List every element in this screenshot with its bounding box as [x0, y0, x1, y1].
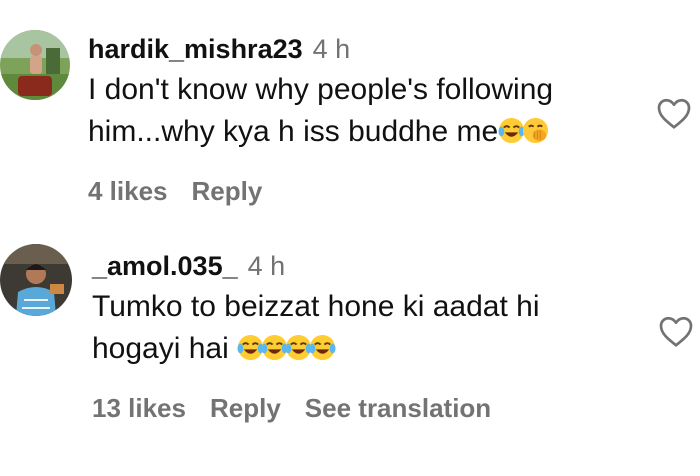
comment-header: hardik_mishra23 4 h [88, 36, 350, 63]
comment-text: Tumko to beizzat hone ki aadat hi hogayi… [92, 286, 539, 370]
avatar[interactable] [0, 244, 72, 316]
heart-outline-icon [657, 98, 691, 129]
comment-text-line: I don't know why people's following [88, 73, 554, 106]
like-button[interactable] [658, 314, 694, 348]
heart-outline-icon [659, 316, 693, 347]
comment-actions: 13 likes Reply See translation [92, 395, 515, 421]
username[interactable]: hardik_mishra23 [88, 34, 303, 64]
timestamp: 4 h [312, 34, 351, 64]
like-button[interactable] [656, 96, 692, 130]
face-with-tears-of-joy-emoji [237, 334, 264, 361]
comment-text-line: hogayi hai [92, 328, 539, 370]
timestamp: 4 h [247, 251, 286, 281]
comment-item: _amol.035_ 4 h Tumko to beizzat hone ki a… [0, 220, 700, 476]
face-with-tears-of-joy-emoji [261, 334, 288, 361]
face-with-tears-of-joy-emoji [309, 334, 336, 361]
comment-text-segment: hogayi hai [92, 332, 238, 365]
likes-count[interactable]: 13 likes [92, 393, 186, 423]
comment-header: _amol.035_ 4 h [92, 253, 285, 280]
comment-text-segment: him...why kya h iss buddhe me [88, 115, 499, 148]
comment-actions: 4 likes Reply [88, 178, 286, 204]
face-with-tears-of-joy-emoji [498, 117, 525, 144]
reply-button[interactable]: Reply [192, 176, 263, 206]
reply-button[interactable]: Reply [210, 393, 281, 423]
comment-item: hardik_mishra23 4 h I don't know why peop… [0, 0, 700, 220]
likes-count[interactable]: 4 likes [88, 176, 168, 206]
username[interactable]: _amol.035_ [92, 251, 238, 281]
comment-text-line: him...why kya h iss buddhe me [88, 111, 553, 153]
see-translation-button[interactable]: See translation [305, 393, 491, 423]
avatar[interactable] [0, 30, 70, 100]
comment-text: I don't know why people's following him.… [88, 69, 553, 153]
comment-text-line: Tumko to beizzat hone ki aadat hi [92, 290, 540, 323]
face-with-tears-of-joy-emoji [285, 334, 312, 361]
face-with-hand-over-mouth-emoji [522, 117, 549, 144]
